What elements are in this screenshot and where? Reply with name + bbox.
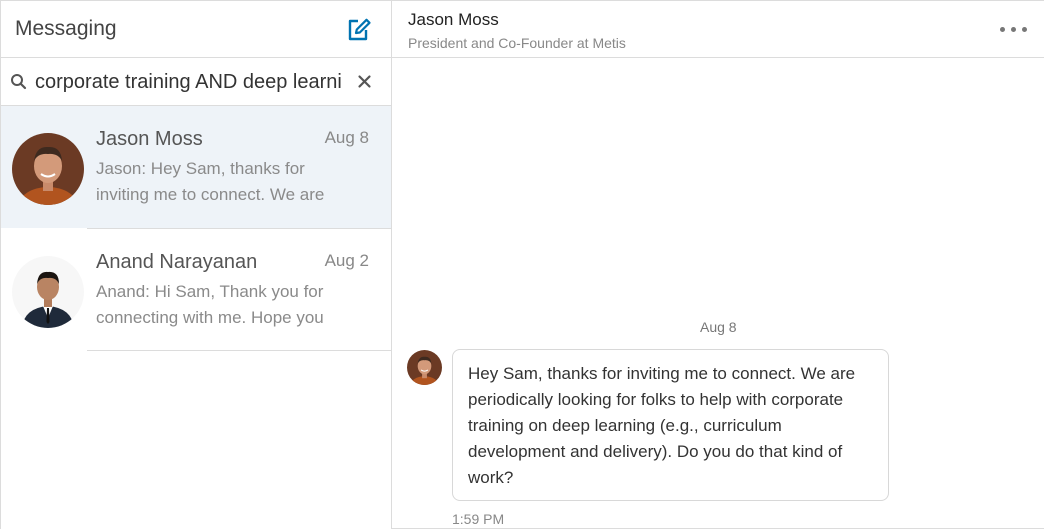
message-bubble: Hey Sam, thanks for inviting me to conne… (452, 349, 889, 501)
compose-icon[interactable] (346, 17, 372, 43)
conversation-preview: Anand: Hi Sam, Thank you for connecting … (96, 282, 324, 327)
search-input[interactable] (35, 68, 345, 96)
thread-header: Jason Moss President and Co-Founder at M… (392, 1, 1044, 58)
conversation-list-pane: Messaging corporate training AND deep le… (1, 1, 392, 529)
more-options-icon[interactable] (998, 21, 1030, 35)
contact-name[interactable]: Jason Moss (408, 10, 499, 30)
divider (87, 350, 391, 351)
conversation-name: Anand Narayanan (96, 251, 258, 273)
conversation-item-anand-narayanan[interactable]: Anand Narayanan Aug 2 Anand: Hi Sam, Tha… (1, 229, 391, 351)
search-icon (10, 73, 27, 90)
conversation-name: Jason Moss (96, 128, 203, 150)
avatar[interactable] (407, 350, 442, 385)
conversation-date: Aug 2 (324, 251, 369, 270)
conversation-preview: Jason: Hey Sam, thanks for inviting me t… (96, 159, 325, 204)
avatar (12, 256, 84, 328)
conversation-date: Aug 8 (324, 128, 369, 147)
conversation-item-jason-moss[interactable]: Jason Moss Aug 8 Jason: Hey Sam, thanks … (1, 106, 391, 228)
date-divider: Aug 8 (700, 319, 737, 335)
close-icon[interactable] (356, 73, 373, 90)
avatar (12, 133, 84, 205)
search-bar (1, 58, 391, 106)
messaging-title: Messaging (15, 17, 117, 40)
messaging-header: Messaging (1, 1, 391, 58)
contact-headline: President and Co-Founder at Metis (408, 35, 626, 51)
message-timestamp: 1:59 PM (452, 511, 505, 527)
messaging-app: Messaging corporate training AND deep le… (0, 0, 1044, 529)
